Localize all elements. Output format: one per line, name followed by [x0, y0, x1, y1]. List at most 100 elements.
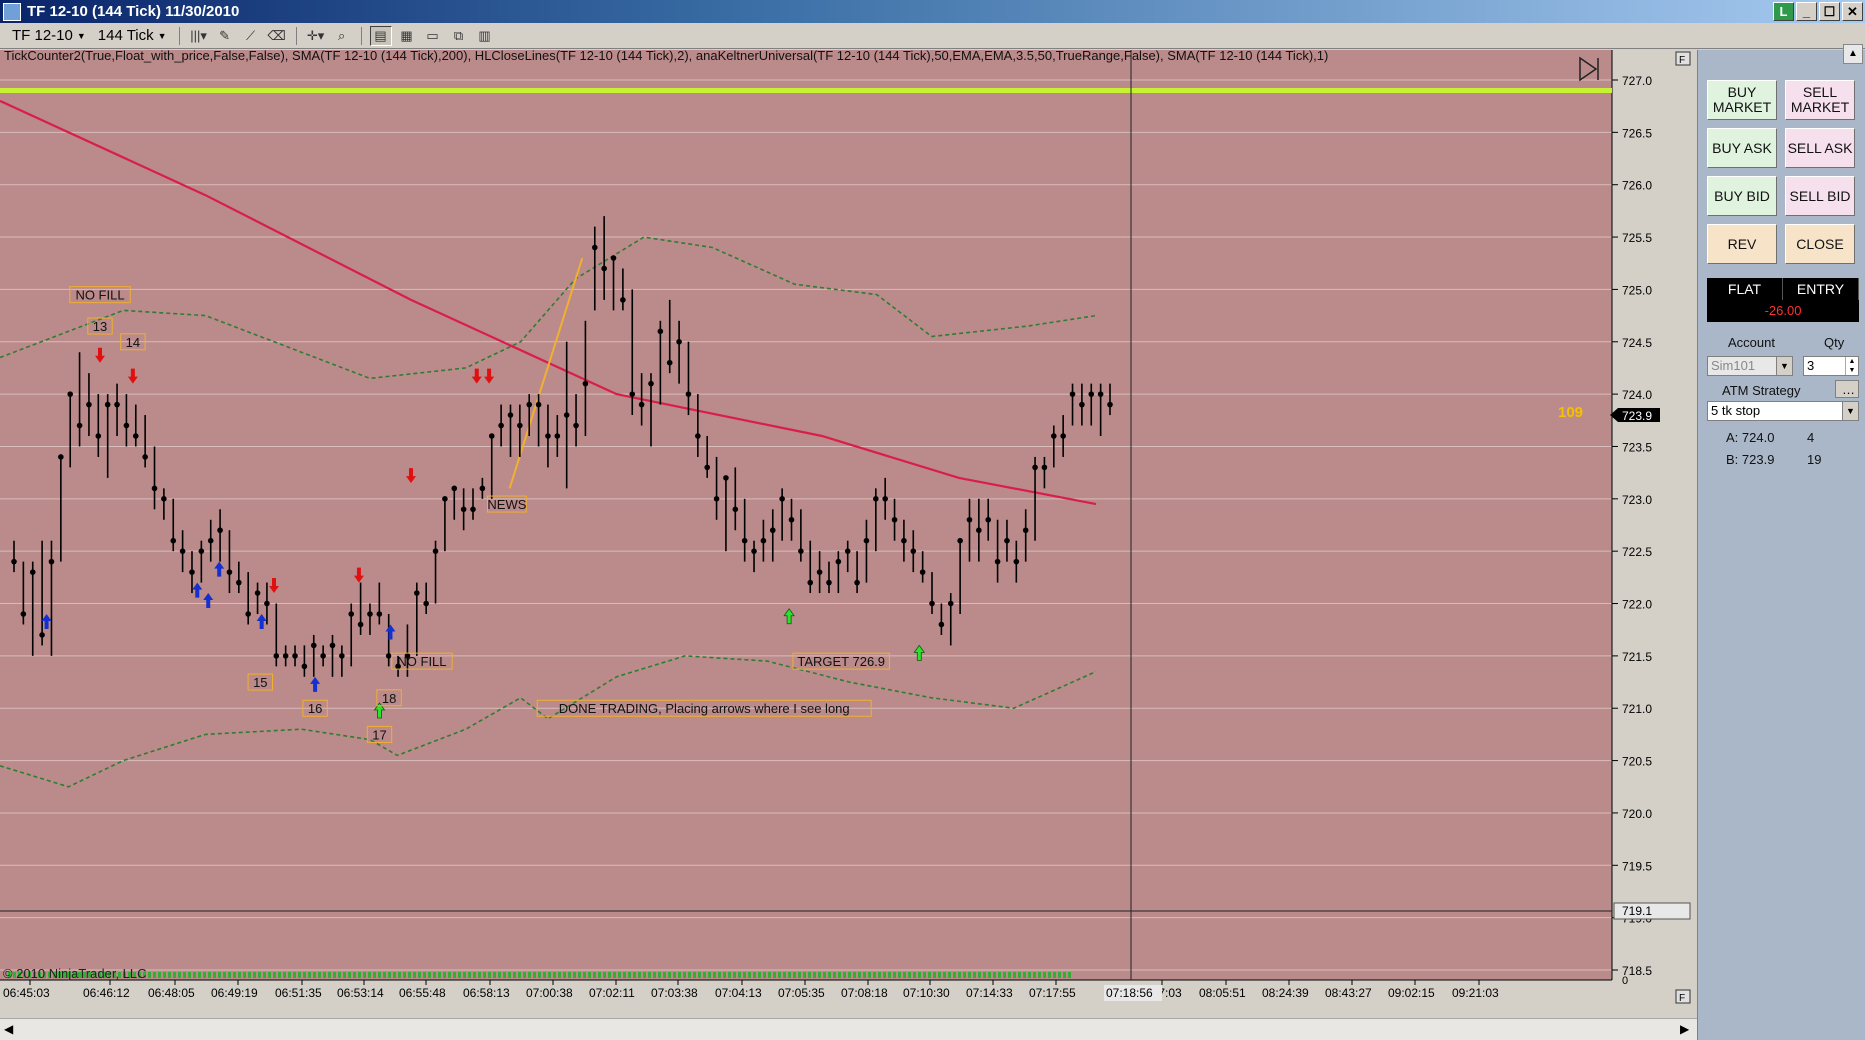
price-bar-close: [329, 642, 336, 649]
properties-icon[interactable]: ▭: [422, 26, 444, 46]
scroll-right-icon[interactable]: ▶: [1680, 1022, 1689, 1036]
account-select[interactable]: Sim101 ▼: [1707, 356, 1793, 376]
volume-bar: [288, 972, 291, 978]
price-bar-close: [676, 338, 682, 345]
panel-float-icon[interactable]: F: [1675, 51, 1691, 66]
buy-ask-button[interactable]: BUY ASK: [1707, 128, 1777, 168]
price-bar-close: [788, 516, 795, 523]
sell-bid-button[interactable]: SELL BID: [1785, 176, 1855, 216]
chevron-down-icon: ▼: [157, 30, 167, 41]
horizontal-scrollbar[interactable]: ◀ ▶: [0, 1018, 1697, 1040]
volume-bar: [283, 972, 286, 978]
price-chart[interactable]: 727.0 726.5 726.0 725.5 725.0 724.5 724.0 723.5…: [0, 50, 1697, 1040]
time-tick-label: 06:53:14: [337, 986, 384, 1000]
price-bar-close: [67, 391, 74, 397]
crosshair-icon[interactable]: ✛▾: [305, 26, 327, 46]
volume-bar: [538, 972, 541, 978]
link-button[interactable]: L: [1773, 2, 1794, 21]
volume-bar: [278, 972, 281, 978]
volume-bar: [248, 972, 251, 978]
sell-ask-button[interactable]: SELL ASK: [1785, 128, 1855, 168]
eraser-icon[interactable]: ⌫: [266, 26, 288, 46]
volume-bar: [1023, 972, 1026, 978]
close-position-button[interactable]: CLOSE: [1785, 224, 1855, 264]
price-bar-close: [479, 485, 486, 492]
toolbar-divider: [295, 26, 297, 45]
copy-icon[interactable]: ⧉: [448, 26, 470, 46]
buy-market-button[interactable]: BUY MARKET: [1707, 80, 1777, 120]
volume-bar: [1048, 972, 1051, 978]
atm-strategy-label: ATM Strategy: [1722, 383, 1801, 398]
chart-toolbar: TF 12-10 ▼ 144 Tick ▼ |||▾ ✎ ⟋ ⌫ ✛▾ ⌕ ▤ ▦ …: [0, 23, 1865, 49]
price-bar-close: [1060, 433, 1066, 439]
volume-bar: [588, 972, 591, 978]
volume-bar: [378, 972, 381, 978]
price-bar-close: [320, 653, 326, 659]
maximize-button[interactable]: ☐: [1819, 2, 1840, 21]
interval-selector[interactable]: 144 Tick ▼: [94, 26, 171, 46]
pencil-icon[interactable]: ✎: [214, 26, 236, 46]
time-tick-label: 06:58:13: [463, 986, 510, 1000]
volume-bar: [883, 972, 886, 978]
template-icon[interactable]: ▥: [474, 26, 496, 46]
price-tick-label: 722.5: [1622, 545, 1652, 559]
data-box-icon[interactable]: ▦: [396, 26, 418, 46]
volume-bar: [408, 972, 411, 978]
zoom-icon[interactable]: ⌕: [331, 26, 353, 46]
minimize-button[interactable]: _: [1796, 2, 1817, 21]
price-bar-close: [798, 548, 804, 554]
time-tick-label: 07:08:18: [841, 986, 888, 1000]
volume-bar: [953, 972, 956, 978]
last-price-label: 723.9: [1622, 409, 1652, 423]
price-bar-close: [226, 569, 233, 575]
price-bar-close: [779, 496, 785, 502]
price-bar-close: [132, 433, 139, 439]
position-header: FLAT ENTRY: [1707, 278, 1859, 300]
reverse-button[interactable]: REV: [1707, 224, 1777, 264]
price-bar-close: [1032, 464, 1038, 471]
time-tick-label: 08:43:27: [1325, 986, 1372, 1000]
price-tick-label: 725.0: [1622, 283, 1652, 297]
buy-bid-button[interactable]: BUY BID: [1707, 176, 1777, 216]
price-bar-close: [104, 401, 111, 408]
quantity-stepper[interactable]: 3 ▲ ▼: [1803, 356, 1859, 376]
chart-trader-panel: BUY MARKET SELL MARKET BUY ASK SELL ASK …: [1697, 44, 1865, 1040]
atm-strategy-select[interactable]: 5 tk stop ▼: [1707, 401, 1859, 421]
volume-bar: [763, 972, 766, 978]
price-bar-close: [629, 391, 636, 397]
volume-bar: [838, 972, 841, 978]
panel-scroll-up-icon[interactable]: ▲: [1843, 44, 1863, 64]
price-bar-close: [1088, 391, 1095, 397]
volume-bar: [988, 972, 991, 978]
price-bar-close: [732, 506, 739, 513]
volume-bar: [908, 972, 911, 978]
volume-bar: [313, 972, 316, 978]
volume-bar: [743, 972, 746, 978]
volume-bar: [753, 972, 756, 978]
atm-more-button[interactable]: …: [1835, 380, 1859, 398]
instrument-selector[interactable]: TF 12-10 ▼: [8, 26, 90, 46]
chevron-down-icon: ▼: [76, 30, 86, 41]
chart-canvas[interactable]: 727.0 726.5 726.0 725.5 725.0 724.5 724.0 723.5…: [0, 50, 1697, 1018]
volume-bar: [1058, 972, 1061, 978]
time-panel-float-icon[interactable]: F: [1675, 989, 1691, 1004]
volume-bar: [213, 972, 216, 978]
price-bar-close: [245, 611, 251, 617]
scroll-left-icon[interactable]: ◀: [4, 1022, 13, 1036]
volume-bar: [813, 972, 816, 978]
price-bar-close: [816, 569, 823, 575]
close-window-button[interactable]: ✕: [1842, 2, 1863, 21]
price-bar-close: [1022, 527, 1029, 534]
price-bar-close: [488, 433, 495, 439]
stepper-arrows-icon[interactable]: ▲ ▼: [1845, 357, 1858, 375]
volume-bar: [628, 972, 631, 978]
volume-bar: [678, 972, 681, 978]
draw-tool-icon[interactable]: ⟋: [240, 26, 262, 46]
volume-bar: [848, 972, 851, 978]
price-bar-close: [769, 527, 776, 534]
bar-style-icon[interactable]: |||▾: [188, 26, 210, 46]
price-bar-close: [1004, 537, 1010, 544]
chart-trader-icon[interactable]: ▤: [369, 25, 392, 46]
toolbar-divider: [360, 26, 362, 45]
sell-market-button[interactable]: SELL MARKET: [1785, 80, 1855, 120]
